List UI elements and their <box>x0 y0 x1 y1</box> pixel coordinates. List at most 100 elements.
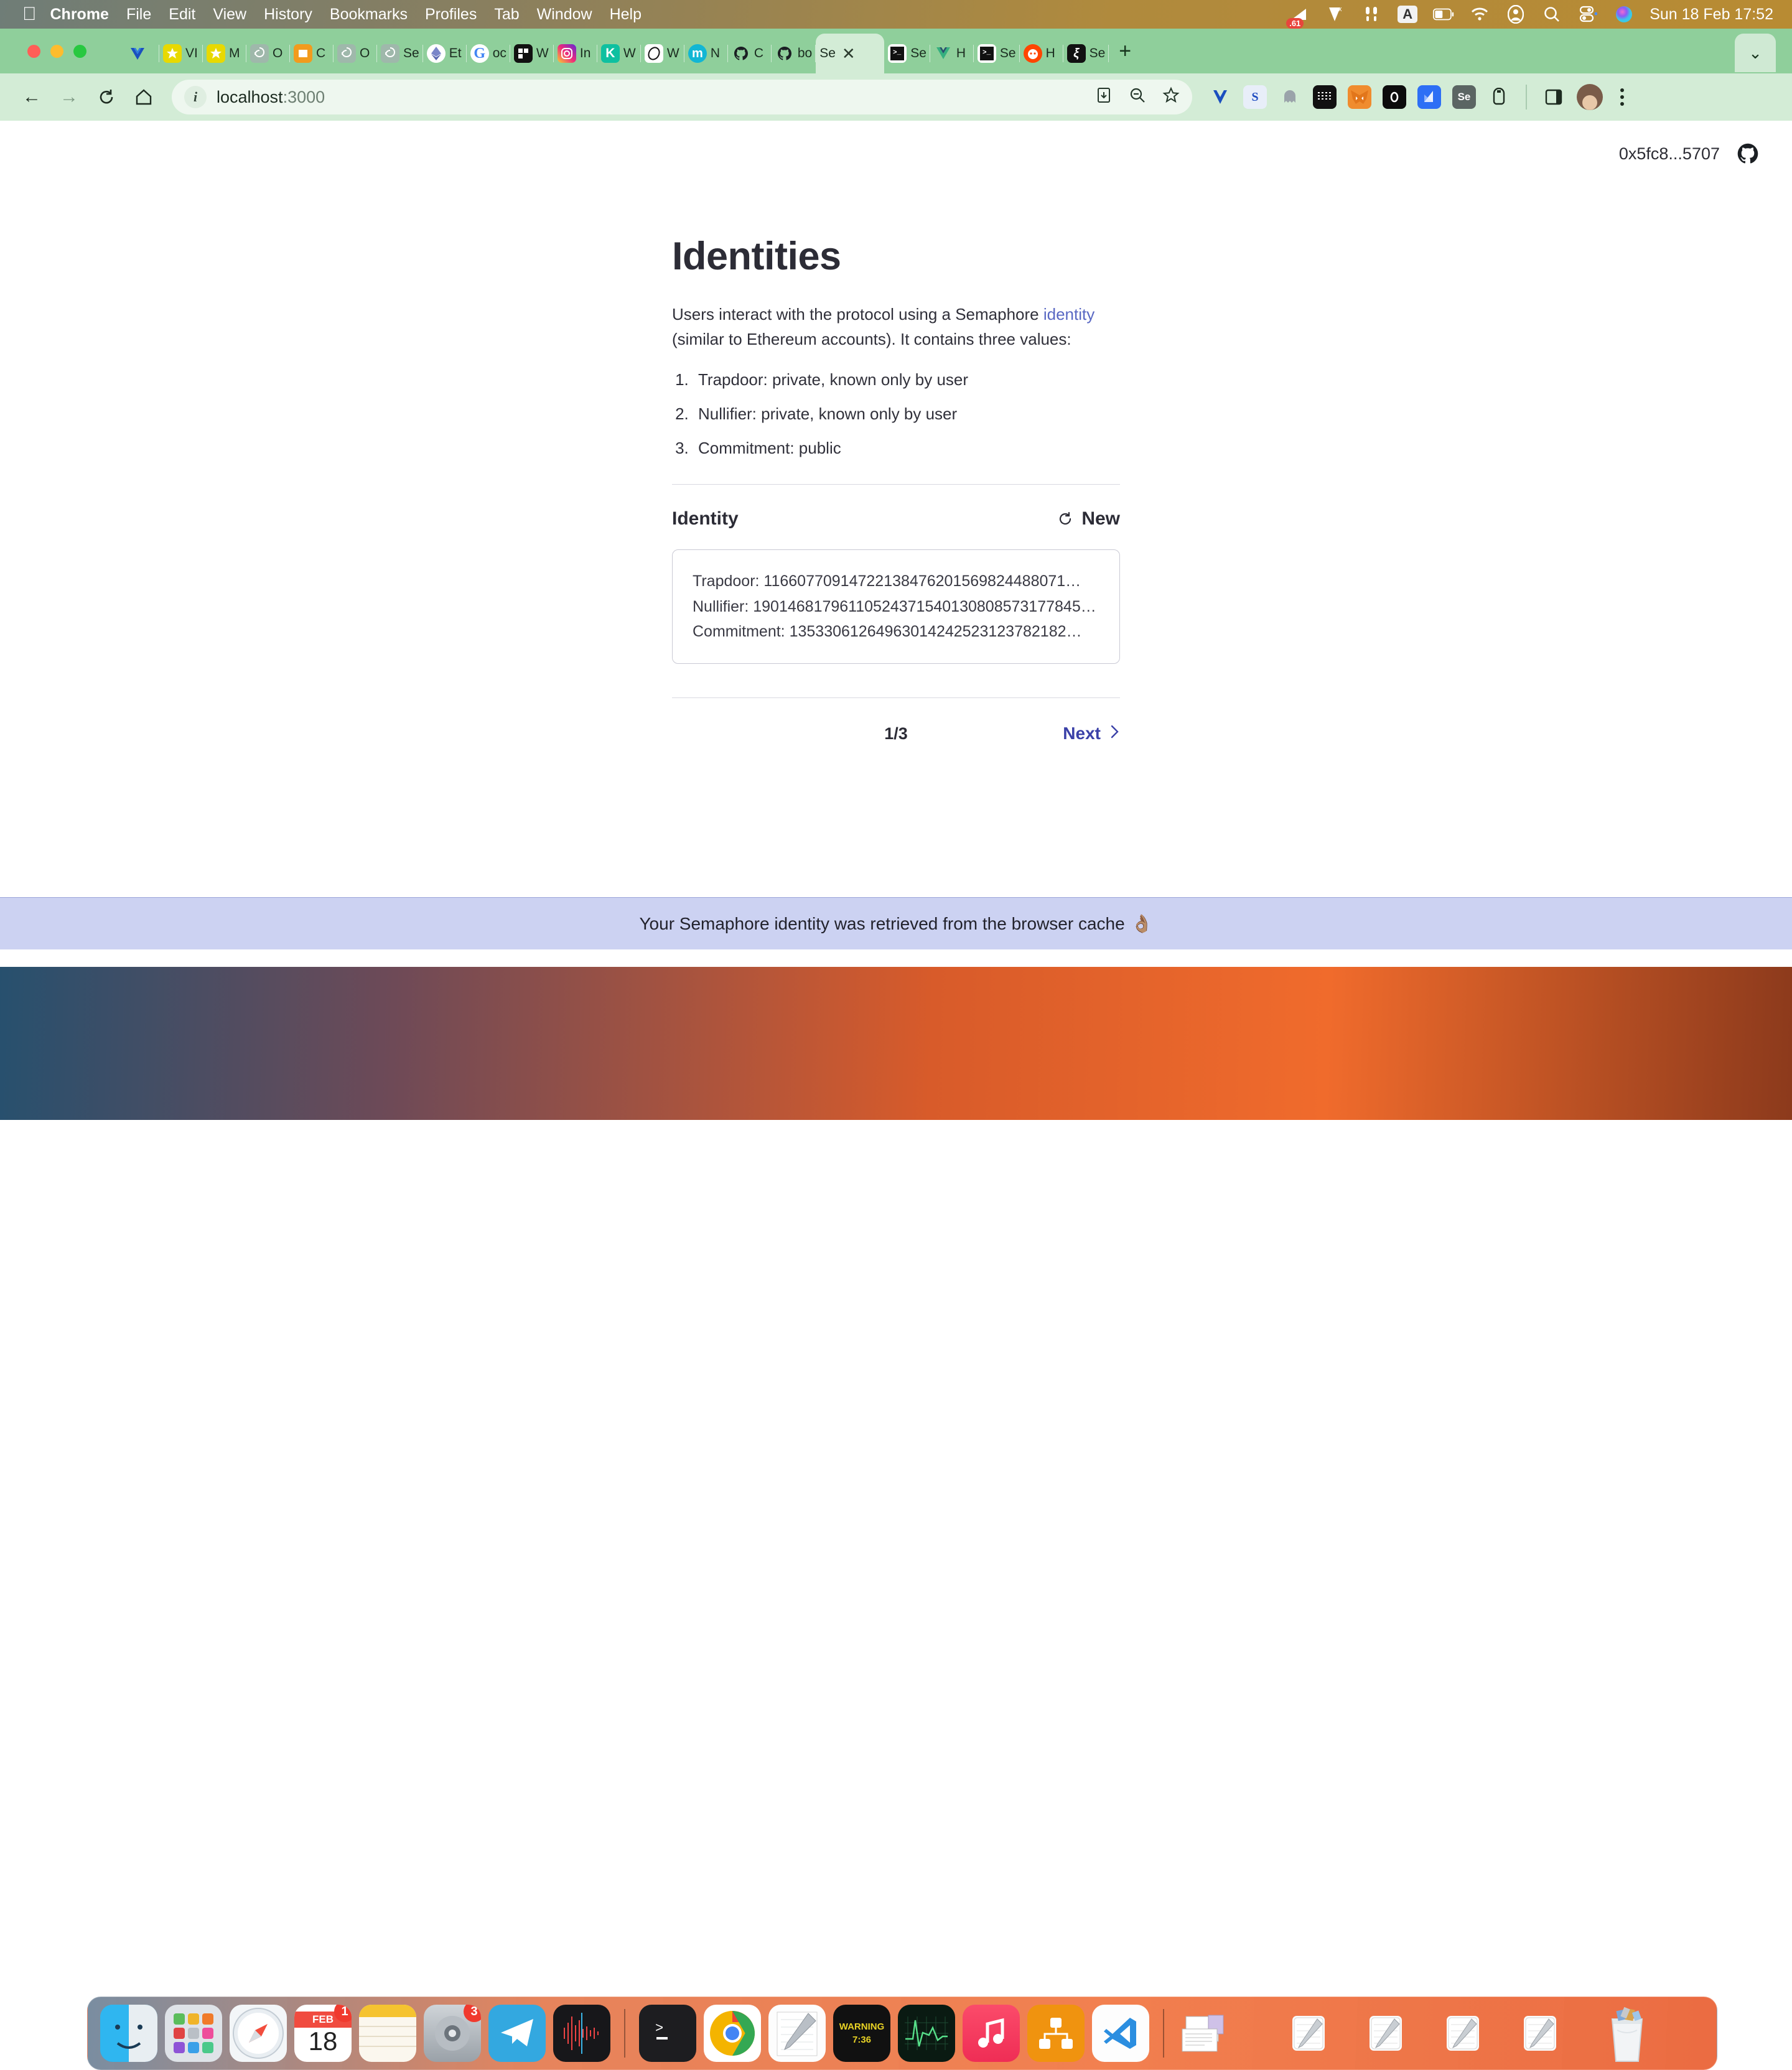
menu-item-tab[interactable]: Tab <box>494 6 519 24</box>
airpods-icon[interactable] <box>1361 4 1382 25</box>
calendar-icon[interactable]: FEB 18 1 <box>294 2005 352 2062</box>
input-source-icon[interactable]: A <box>1397 4 1418 25</box>
semaphore-ext-icon[interactable]: S <box>1243 85 1267 109</box>
watch-warning-icon[interactable]: WARNING 7:36 <box>833 2005 890 2062</box>
info-circle-icon[interactable]: i <box>184 86 207 108</box>
browser-tab[interactable]: H <box>1020 34 1063 73</box>
finder-icon[interactable] <box>100 2005 157 2062</box>
browser-tab[interactable]: O <box>246 34 290 73</box>
menu-item-help[interactable]: Help <box>610 6 642 24</box>
tab-search-chevron-down-icon[interactable]: ⌄ <box>1735 34 1776 72</box>
speedtest-icon[interactable]: .61 <box>1286 4 1310 29</box>
ghost-icon[interactable] <box>1278 85 1302 109</box>
notes-icon[interactable] <box>359 2005 416 2062</box>
star-outline-icon[interactable] <box>1162 86 1180 108</box>
doc-icon[interactable] <box>1370 2016 1402 2051</box>
reload-icon[interactable] <box>90 80 123 114</box>
blue-arrow-icon[interactable] <box>1417 85 1441 109</box>
home-icon[interactable] <box>127 80 161 114</box>
vscode-icon[interactable] <box>1092 2005 1149 2062</box>
back-arrow-icon[interactable]: ← <box>15 80 49 114</box>
pocket-icon[interactable] <box>1487 85 1511 109</box>
battery-icon[interactable] <box>1433 4 1454 25</box>
obsidian-icon[interactable] <box>1383 85 1406 109</box>
install-app-icon[interactable] <box>1095 86 1113 108</box>
browser-tab[interactable]: W <box>510 34 554 73</box>
browser-tab[interactable]: VI <box>159 34 203 73</box>
menu-item-profiles[interactable]: Profiles <box>425 6 477 24</box>
new-tab-button[interactable]: + <box>1119 39 1131 63</box>
safari-icon[interactable] <box>230 2005 287 2062</box>
address-bar[interactable]: i localhost:3000 <box>172 80 1192 114</box>
close-window-button[interactable] <box>27 45 40 58</box>
stack-icon[interactable] <box>1178 2005 1235 2062</box>
metamask-icon[interactable] <box>1348 85 1371 109</box>
browser-tab[interactable]: ξ Se <box>1063 34 1109 73</box>
menu-bar-clock[interactable]: Sun 18 Feb 17:52 <box>1650 6 1773 24</box>
browser-tab[interactable]: G oc <box>467 34 510 73</box>
minimize-window-button[interactable] <box>50 45 63 58</box>
next-button[interactable]: Next <box>1063 724 1120 744</box>
browser-tab[interactable]: In <box>554 34 597 73</box>
menu-item-file[interactable]: File <box>126 6 151 24</box>
menu-item-chrome[interactable]: Chrome <box>50 6 109 24</box>
audio-wave-icon[interactable] <box>553 2005 610 2062</box>
forward-arrow-icon[interactable]: → <box>52 80 86 114</box>
music-icon[interactable] <box>963 2005 1020 2062</box>
side-panel-icon[interactable] <box>1542 85 1566 109</box>
launchpad-icon[interactable] <box>165 2005 222 2062</box>
browser-tab[interactable]: C <box>290 34 334 73</box>
iterm-icon[interactable]: > <box>639 2005 696 2062</box>
zebra-icon[interactable] <box>1313 85 1337 109</box>
new-identity-button[interactable]: New <box>1057 508 1120 529</box>
browser-tab[interactable]: m N <box>684 34 728 73</box>
browser-tab[interactable]: >_ Se <box>974 34 1020 73</box>
activity-monitor-icon[interactable] <box>898 2005 955 2062</box>
doc-icon[interactable] <box>1292 2016 1325 2051</box>
maximize-window-button[interactable] <box>73 45 86 58</box>
location-arrow-icon[interactable]: x <box>1325 4 1346 25</box>
apple-logo-icon[interactable]:  <box>22 5 37 24</box>
browser-tab[interactable]: M <box>203 34 246 73</box>
zoom-out-icon[interactable] <box>1129 86 1146 108</box>
chrome-browser-window: VI M O C O Se Et G oc W In K W W m N C b… <box>0 29 1792 967</box>
wallet-address[interactable]: 0x5fc8...5707 <box>1619 144 1720 164</box>
wifi-icon[interactable] <box>1469 4 1490 25</box>
browser-tab[interactable]: O <box>334 34 377 73</box>
profile-avatar[interactable] <box>1577 84 1603 110</box>
browser-tab-active[interactable]: Se ✕ <box>816 34 885 73</box>
browser-tab[interactable]: >_ Se <box>884 34 930 73</box>
menu-item-bookmarks[interactable]: Bookmarks <box>330 6 408 24</box>
browser-tab[interactable]: bo <box>772 34 816 73</box>
close-icon[interactable]: ✕ <box>842 44 856 63</box>
kebab-menu-icon[interactable] <box>1620 88 1624 106</box>
menu-item-window[interactable]: Window <box>537 6 592 24</box>
chrome-icon[interactable] <box>704 2005 761 2062</box>
user-account-icon[interactable] <box>1505 4 1526 25</box>
browser-tab[interactable]: Se <box>377 34 423 73</box>
xmind-icon[interactable] <box>1027 2005 1085 2062</box>
spotlight-search-icon[interactable] <box>1541 4 1562 25</box>
identity-link[interactable]: identity <box>1043 305 1094 324</box>
control-center-icon[interactable] <box>1577 4 1598 25</box>
menu-item-history[interactable]: History <box>264 6 312 24</box>
doc-icon[interactable] <box>1447 2016 1479 2051</box>
doc-icon[interactable] <box>1524 2016 1556 2051</box>
textedit-icon[interactable] <box>768 2005 826 2062</box>
browser-tab[interactable]: K W <box>597 34 641 73</box>
menu-item-view[interactable]: View <box>213 6 246 24</box>
browser-tab[interactable]: H <box>930 34 974 73</box>
selenium-icon[interactable]: Se <box>1452 85 1476 109</box>
vue-devtools-icon[interactable] <box>1208 85 1232 109</box>
browser-tab[interactable]: Et <box>423 34 467 73</box>
siri-icon[interactable] <box>1613 4 1635 25</box>
menu-item-edit[interactable]: Edit <box>169 6 195 24</box>
browser-tab[interactable]: W <box>641 34 684 73</box>
github-icon[interactable] <box>1736 142 1760 166</box>
browser-tab[interactable] <box>124 34 159 73</box>
system-settings-icon[interactable]: 3 <box>424 2005 481 2062</box>
window-traffic-lights[interactable] <box>27 45 86 58</box>
trash-full-icon[interactable] <box>1598 2003 1656 2064</box>
browser-tab[interactable]: C <box>728 34 772 73</box>
telegram-icon[interactable] <box>488 2005 546 2062</box>
